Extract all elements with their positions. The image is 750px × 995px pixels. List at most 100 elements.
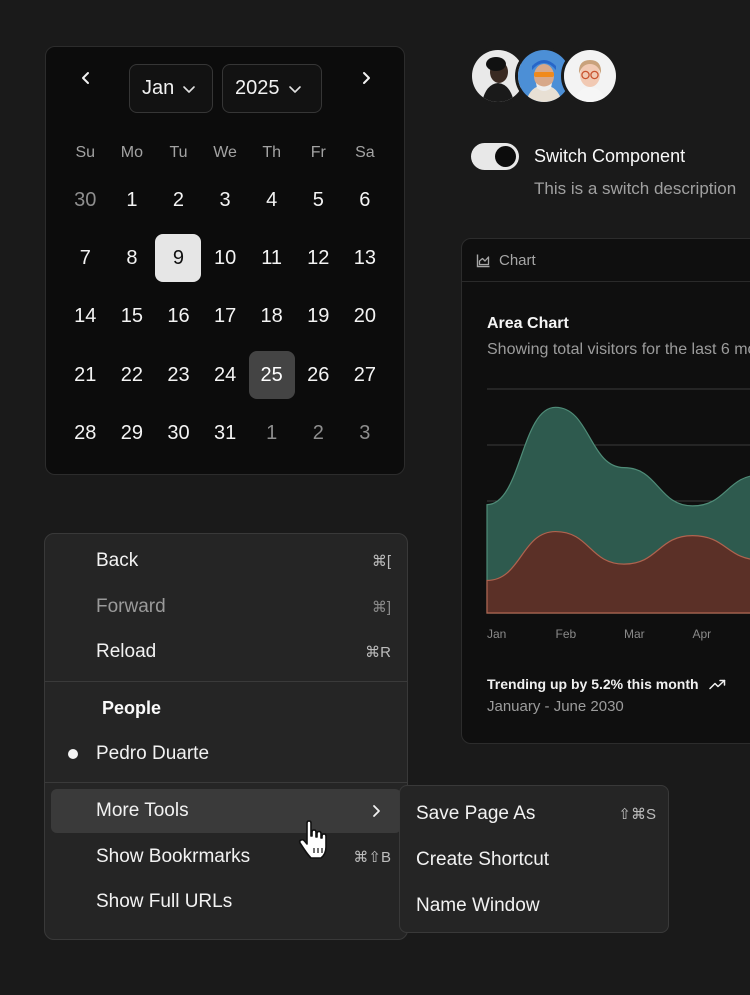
calendar-day-label: 9 [155, 234, 202, 283]
trending-up-icon [708, 679, 725, 689]
calendar-day-label: 22 [120, 363, 144, 386]
calendar: Jan 2025 Su Mo Tu We Th Fr Sa 30 1 2 3 4 5 6 7 8 9 10 11 12… [45, 46, 405, 475]
x-tick-label: Apr [693, 627, 712, 641]
calendar-day[interactable]: 17 [202, 288, 249, 346]
menu-item-shortcut: ⌘⇧B [353, 849, 391, 866]
switch-toggle[interactable] [471, 143, 519, 170]
calendar-day[interactable]: 24 [202, 346, 249, 404]
calendar-day[interactable]: 27 [342, 346, 389, 404]
calendar-day[interactable]: 19 [295, 288, 342, 346]
calendar-day[interactable]: 11 [248, 229, 295, 287]
calendar-day-label: 12 [307, 246, 330, 269]
menu-item-reload[interactable]: Reload ⌘R [51, 630, 401, 674]
submenu: Save Page As ⇧⌘S Create Shortcut Name Wi… [399, 785, 669, 933]
calendar-day-label: 17 [213, 305, 237, 328]
calendar-day[interactable]: 1 [248, 404, 295, 462]
area-chart: JanFebMarAprMayJun [486, 388, 750, 641]
calendar-day-label: 20 [353, 305, 376, 328]
calendar-day[interactable]: 30 [155, 404, 202, 462]
calendar-day[interactable]: 18 [248, 288, 295, 346]
chevron-down-icon [288, 85, 301, 93]
menu-item-more-tools[interactable]: More Tools [51, 789, 401, 833]
year-select-value: 2025 [235, 77, 280, 99]
menu-separator [45, 782, 407, 783]
calendar-day[interactable]: 14 [62, 288, 109, 346]
calendar-day[interactable]: 30 [62, 171, 109, 229]
calendar-day[interactable]: 31 [202, 404, 249, 462]
chart-card-header: Chart [462, 239, 750, 282]
month-select[interactable]: Jan [129, 64, 213, 113]
calendar-day[interactable]: 26 [295, 346, 342, 404]
calendar-day[interactable]: 16 [155, 288, 202, 346]
calendar-day[interactable]: 7 [62, 229, 109, 287]
x-tick-label: Jan [487, 627, 506, 641]
calendar-day[interactable]: 3 [342, 404, 389, 462]
calendar-day-label: 3 [219, 188, 231, 211]
calendar-day[interactable]: 3 [202, 171, 249, 229]
calendar-day-label: 14 [74, 305, 97, 328]
x-tick-label: Mar [624, 627, 645, 641]
previous-month-button[interactable] [71, 63, 101, 93]
calendar-day-label: 3 [359, 421, 371, 444]
menu-item-person[interactable]: Pedro Duarte [51, 732, 401, 776]
calendar-day-label: 8 [126, 246, 138, 269]
chart-trend-text: Trending up by 5.2% this month [487, 676, 699, 692]
calendar-day[interactable]: 20 [342, 288, 389, 346]
calendar-day[interactable]: 23 [155, 346, 202, 404]
submenu-item-create-shortcut[interactable]: Create Shortcut [416, 845, 656, 875]
year-select[interactable]: 2025 [222, 64, 322, 113]
menu-item-forward[interactable]: Forward ⌘] [51, 585, 401, 629]
chart-date-range: January - June 2030 [487, 698, 624, 715]
avatar[interactable] [561, 47, 619, 105]
calendar-day-label: 21 [74, 363, 97, 386]
menu-item-label: Back [96, 550, 139, 571]
calendar-day-label: 30 [167, 421, 190, 444]
calendar-day-label: 5 [312, 188, 324, 211]
menu-group-label: People [102, 698, 162, 718]
chart-card: Chart Area Chart Showing total visitors … [461, 238, 750, 744]
calendar-day[interactable]: 13 [342, 229, 389, 287]
calendar-day[interactable]: 6 [342, 171, 389, 229]
calendar-day-label: 29 [120, 421, 144, 444]
menu-item-back[interactable]: Back ⌘[ [51, 539, 401, 583]
calendar-day[interactable]: 15 [109, 288, 156, 346]
calendar-day-label: 1 [266, 421, 278, 444]
menu-item-shortcut: ⌘R [365, 644, 391, 661]
submenu-item-label: Name Window [416, 895, 540, 916]
calendar-day[interactable]: 29 [109, 404, 156, 462]
chart-title: Area Chart [487, 315, 569, 332]
calendar-day[interactable]: 4 [248, 171, 295, 229]
calendar-day[interactable]: 5 [295, 171, 342, 229]
calendar-day-label: 18 [260, 305, 283, 328]
menu-item-show-full-urls[interactable]: Show Full URLs [51, 880, 401, 924]
chevron-right-icon [373, 805, 380, 817]
submenu-item-name-window[interactable]: Name Window [416, 891, 656, 921]
calendar-day[interactable]: 9 [155, 229, 202, 287]
calendar-day[interactable]: 21 [62, 346, 109, 404]
chevron-left-icon [82, 72, 89, 84]
menu-item-label: Show Full URLs [96, 891, 233, 912]
chevron-down-icon [183, 85, 196, 93]
weekday-label: Sa [355, 144, 375, 161]
calendar-day[interactable]: 22 [109, 346, 156, 404]
calendar-day-label: 25 [248, 351, 295, 400]
calendar-day[interactable]: 2 [295, 404, 342, 462]
month-select-value: Jan [142, 77, 175, 99]
hand-pointer-icon [298, 820, 327, 859]
switch-description: This is a switch description [534, 179, 737, 198]
menu-item-show-bookmarks[interactable]: Show Bookrmarks ⌘⇧B [51, 835, 401, 879]
submenu-item-save-page[interactable]: Save Page As ⇧⌘S [416, 799, 656, 829]
avatar-image [564, 50, 616, 102]
calendar-day-label: 2 [312, 421, 324, 444]
calendar-day[interactable]: 2 [155, 171, 202, 229]
calendar-day[interactable]: 8 [109, 229, 156, 287]
next-month-button[interactable] [351, 63, 381, 93]
calendar-day[interactable]: 28 [62, 404, 109, 462]
calendar-day-label: 10 [213, 246, 237, 269]
calendar-day[interactable]: 10 [202, 229, 249, 287]
calendar-day[interactable]: 25 [248, 346, 295, 404]
calendar-day[interactable]: 1 [109, 171, 156, 229]
radio-selected-icon [68, 749, 78, 759]
calendar-day[interactable]: 12 [295, 229, 342, 287]
menu-item-label: Reload [96, 641, 157, 662]
